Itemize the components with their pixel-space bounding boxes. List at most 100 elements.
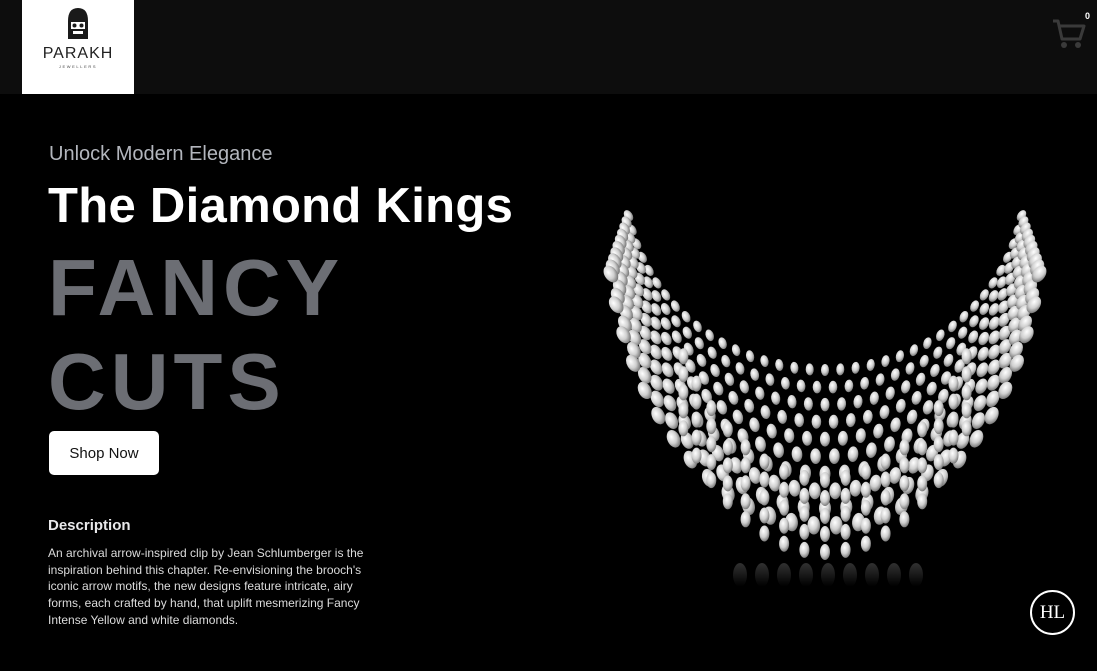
necklace-gem [721, 354, 731, 368]
necklace-gem [694, 337, 704, 350]
necklace-gem [875, 373, 885, 386]
necklace-fringe-gem [917, 493, 928, 510]
cart-button[interactable]: 0 [1050, 10, 1092, 54]
necklace-gem [855, 428, 866, 443]
necklace-gem [771, 391, 781, 405]
necklace-gem [837, 430, 848, 446]
necklace-reflection-gem [821, 563, 835, 587]
necklace-fringe-gem [948, 375, 959, 392]
necklace-fringe-gem [899, 511, 910, 528]
necklace-gem [926, 381, 937, 396]
necklace-fringe-gem [722, 439, 733, 456]
necklace-gem [948, 320, 957, 333]
necklace-gem [909, 344, 919, 357]
necklace-gem [943, 353, 954, 367]
necklace-gem [820, 431, 830, 447]
necklace-fringe-gem [820, 490, 830, 506]
necklace-fringe-gem [759, 453, 770, 470]
necklace-fringe-gem [933, 400, 944, 417]
necklace-reflection-gem [843, 563, 857, 587]
necklace-gem [749, 417, 760, 433]
necklace-fringe-gem [779, 535, 790, 552]
necklace-gem [933, 346, 943, 359]
cart-icon [1053, 19, 1086, 48]
necklace-gem [790, 361, 799, 374]
necklace-fringe-gem [779, 463, 790, 480]
necklace-gem [829, 448, 840, 464]
necklace-gem [735, 362, 745, 375]
necklace-fringe-gem [880, 507, 891, 524]
necklace-reflection-gem [799, 563, 813, 587]
necklace-gem [811, 414, 822, 429]
necklace-gem [810, 448, 821, 464]
description-text: An archival arrow-inspired clip by Jean … [48, 546, 364, 627]
necklace-fringe-gem [860, 481, 871, 498]
necklace-fringe-gem [799, 541, 810, 558]
necklace-gem [670, 300, 680, 312]
necklace-fringe-gem [820, 526, 830, 542]
necklace-fringe-gem [691, 375, 702, 392]
necklace-gem [884, 436, 895, 452]
hl-badge-button[interactable]: HL [1030, 590, 1075, 635]
necklace-gem [930, 363, 940, 378]
necklace-gem [808, 482, 821, 500]
necklace-gem [866, 359, 875, 371]
necklace-gem [705, 329, 714, 342]
necklace-fringe-gem [917, 457, 928, 474]
necklace-gem [781, 377, 790, 390]
necklace-gem [922, 400, 934, 415]
necklace-gem [936, 329, 945, 342]
necklace-gem [682, 326, 692, 339]
necklace-fringe-gem [948, 411, 959, 428]
necklace-reflection-gem [887, 563, 901, 587]
necklace-gem [911, 391, 922, 405]
necklace-gem [906, 409, 918, 425]
necklace-fringe-gem [933, 454, 944, 471]
necklace-gem [805, 363, 814, 376]
necklace-gem [905, 362, 915, 375]
necklace-gem [777, 409, 788, 424]
necklace-fringe-gem [691, 429, 702, 446]
necklace-gem [837, 397, 847, 411]
necklace-fringe-gem [722, 421, 733, 438]
necklace-fringe-gem [880, 489, 891, 506]
necklace-fringe-gem [678, 402, 689, 419]
necklace-gem [693, 320, 702, 333]
necklace-gem [775, 359, 784, 371]
necklace-fringe-gem [740, 493, 751, 510]
necklace-gem [979, 289, 989, 301]
necklace-fringe-gem [759, 471, 770, 488]
necklace-fringe-gem [899, 493, 910, 510]
shop-now-button[interactable]: Shop Now [49, 431, 159, 475]
necklace-fringe-gem [840, 541, 851, 558]
necklace-gem [984, 406, 999, 425]
necklace-gem [923, 337, 932, 350]
necklace-gem [732, 409, 744, 425]
necklace-gem [731, 344, 741, 357]
hero-big-line-2: CUTS [48, 337, 286, 426]
necklace-fringe-gem [899, 475, 910, 492]
necklace-gem [915, 372, 926, 386]
necklace-fringe-gem [740, 475, 751, 492]
necklace-gem [755, 386, 765, 400]
necklace-fringe-gem [759, 489, 770, 506]
necklace-fringe-gem [678, 420, 689, 437]
necklace-gem [812, 380, 822, 394]
hl-badge-icon: HL [1039, 601, 1066, 623]
necklace-gem [829, 482, 842, 500]
necklace-fringe-gem [917, 421, 928, 438]
necklace-gem [968, 330, 979, 344]
necklace-fringe-gem [759, 507, 770, 524]
necklace-reflection-gem [909, 563, 923, 587]
necklace-gem [901, 380, 911, 394]
necklace-fringe-gem [899, 439, 910, 456]
logo-name: PARAKH [42, 45, 114, 62]
necklace-gem [851, 361, 860, 374]
necklace-fringe-gem [860, 463, 871, 480]
necklace-fringe-gem [860, 499, 871, 516]
brand-logo[interactable]: PARAKH JEWELLERS [22, 0, 134, 94]
necklace-fringe-gem [820, 508, 830, 524]
necklace-gem [821, 364, 829, 376]
necklace-fringe-gem [706, 400, 717, 417]
necklace-fringe-gem [948, 429, 959, 446]
